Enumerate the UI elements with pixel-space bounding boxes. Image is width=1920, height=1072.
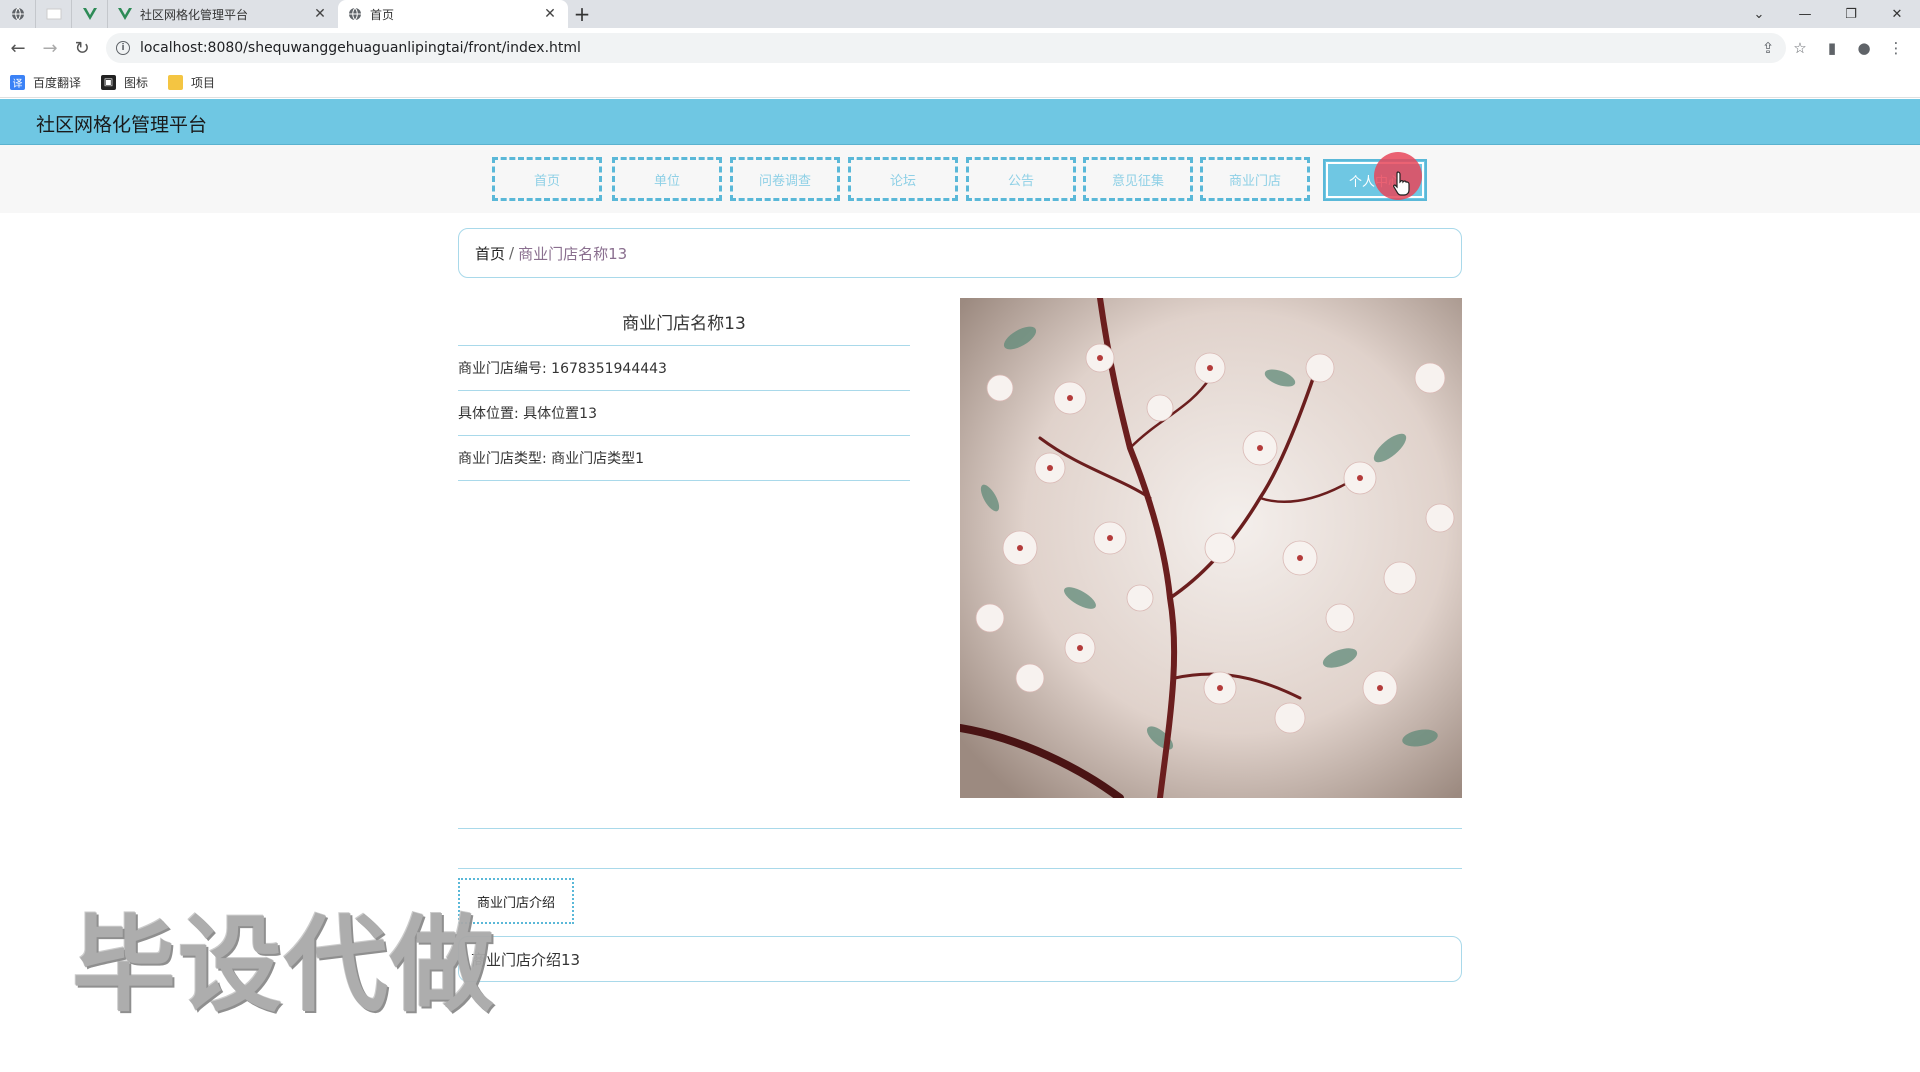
breadcrumb: 首页 / 商业门店名称13	[458, 228, 1462, 278]
globe-icon	[11, 7, 24, 21]
url-field[interactable]: i localhost:8080/shequwanggehuaguanlipin…	[106, 33, 1786, 63]
close-icon[interactable]: ✕	[312, 6, 328, 22]
translate-icon: 译	[10, 75, 25, 90]
restore-icon[interactable]: ❐	[1828, 0, 1874, 28]
bookmark-label: 图标	[124, 76, 149, 90]
site-header: 社区网格化管理平台	[0, 99, 1920, 145]
reload-icon[interactable]: ↻	[66, 32, 98, 64]
vue-icon	[118, 8, 132, 20]
star-icon[interactable]: ☆	[1784, 32, 1816, 64]
nav-item-survey[interactable]: 问卷调查	[730, 157, 840, 201]
nav-item-unit[interactable]: 单位	[612, 157, 722, 201]
watermark-overlay: 毕设代做	[72, 904, 497, 1026]
nav-item-home[interactable]: 首页	[492, 157, 602, 201]
browser-tab-bar: 社区网格化管理平台 ✕ 首页 ✕ + ⌄ — ❐ ✕	[0, 0, 1920, 28]
store-info-panel: 商业门店名称13 商业门店编号: 1678351944443 具体位置: 具体位…	[458, 298, 910, 481]
new-tab-button[interactable]: +	[568, 0, 596, 28]
share-icon[interactable]: ⇪	[1752, 32, 1784, 64]
image-icon: ▣	[101, 75, 117, 90]
breadcrumb-current: 商业门店名称13	[518, 244, 628, 263]
bookmark-item[interactable]: 译 百度翻译	[10, 74, 81, 91]
site-title[interactable]: 社区网格化管理平台	[36, 110, 207, 137]
store-title: 商业门店名称13	[458, 298, 910, 346]
close-window-icon[interactable]: ✕	[1874, 0, 1920, 28]
back-icon[interactable]: ←	[2, 32, 34, 64]
section-divider	[458, 828, 1462, 829]
vue-icon	[82, 8, 97, 20]
bookmark-label: 项目	[191, 76, 216, 90]
store-type-row: 商业门店类型: 商业门店类型1	[458, 436, 910, 481]
nav-item-stores[interactable]: 商业门店	[1200, 157, 1310, 201]
globe-icon	[349, 7, 361, 21]
nav-item-notice[interactable]: 公告	[966, 157, 1076, 201]
window-controls: ⌄ — ❐ ✕	[1736, 0, 1920, 28]
bookmark-item[interactable]: ▣ 图标	[101, 74, 148, 91]
bookmark-label: 百度翻译	[33, 76, 82, 90]
tab-title: 社区网格化管理平台	[140, 7, 249, 22]
menu-icon[interactable]: ⋮	[1880, 32, 1912, 64]
pinned-tab-blank[interactable]	[36, 0, 72, 28]
address-toolbar: ← → ↻ i localhost:8080/shequwanggehuagua…	[0, 28, 1920, 68]
close-icon[interactable]: ✕	[542, 6, 558, 22]
pinned-tab-vue[interactable]	[72, 0, 108, 28]
bookmarks-bar: 译 百度翻译 ▣ 图标 项目	[0, 68, 1920, 98]
info-icon[interactable]: i	[116, 41, 130, 55]
bookmark-item[interactable]: 项目	[168, 74, 215, 91]
section-divider	[458, 868, 1462, 869]
pinned-tab-globe[interactable]	[0, 0, 36, 28]
store-intro-content: 商业门店介绍13	[458, 936, 1462, 982]
store-number-row: 商业门店编号: 1678351944443	[458, 346, 910, 391]
profile-icon[interactable]: ●	[1848, 32, 1880, 64]
tab-home[interactable]: 首页 ✕	[338, 0, 568, 28]
main-nav: 首页 单位 问卷调查 论坛 公告 意见征集 商业门店 个人中心	[0, 145, 1920, 213]
tab-platform[interactable]: 社区网格化管理平台 ✕	[108, 0, 338, 28]
folder-icon	[168, 75, 184, 90]
url-text: localhost:8080/shequwanggehuaguanlipingt…	[140, 40, 581, 56]
toolbar-actions: ⇪ ☆ ▮ ● ⋮	[1752, 32, 1912, 64]
store-image	[960, 298, 1462, 798]
minimize-icon[interactable]: —	[1782, 0, 1828, 28]
forward-icon[interactable]: →	[34, 32, 66, 64]
store-location-row: 具体位置: 具体位置13	[458, 391, 910, 436]
breadcrumb-home[interactable]: 首页	[475, 243, 505, 264]
nav-item-forum[interactable]: 论坛	[848, 157, 958, 201]
sidepanel-icon[interactable]: ▮	[1816, 32, 1848, 64]
hand-cursor-icon	[1392, 171, 1410, 196]
tab-search-icon[interactable]: ⌄	[1736, 0, 1782, 28]
page-icon	[46, 8, 61, 20]
tab-title: 首页	[370, 7, 395, 22]
cherry-blossom-image	[960, 298, 1462, 798]
nav-item-feedback[interactable]: 意见征集	[1083, 157, 1193, 201]
breadcrumb-separator: /	[509, 244, 515, 262]
